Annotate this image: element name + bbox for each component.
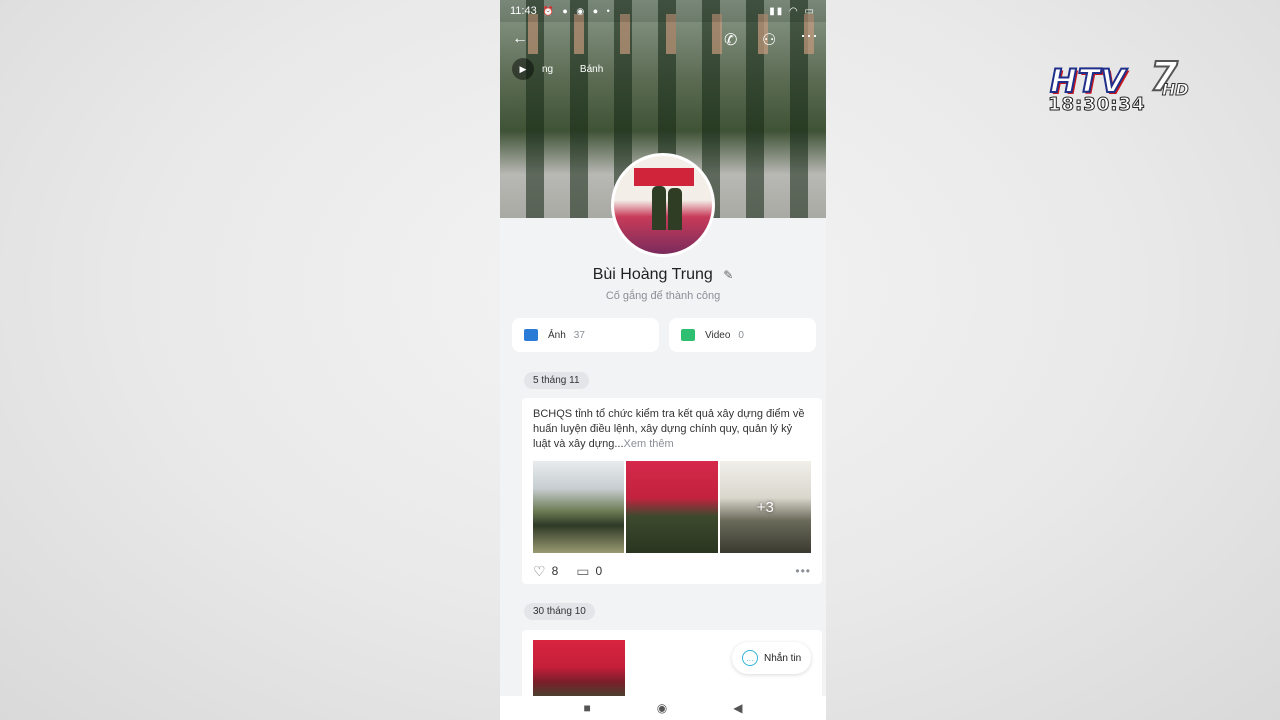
like-button[interactable]: ♡ 8 [533, 563, 558, 580]
photo-icon [524, 329, 538, 341]
post-photo[interactable] [533, 640, 625, 700]
avatar-detail [652, 186, 666, 230]
add-friend-icon[interactable]: ⚇ [762, 30, 776, 50]
media-tabs: Ảnh 37 Video 0 [512, 318, 816, 352]
status-right-icons: ▮▮ ◠ ▭ [769, 5, 816, 17]
edit-icon[interactable]: ✎ [723, 268, 733, 282]
photos-count: 37 [573, 329, 585, 341]
message-button[interactable]: … Nhắn tin [732, 642, 812, 674]
broadcast-clock: 18:30:34 [1048, 94, 1146, 116]
post-more-icon[interactable]: ••• [795, 564, 811, 578]
notification-icons: ⏰ ● ◉ ● • [542, 5, 613, 16]
timeline-post[interactable]: BCHQS tỉnh tổ chức kiểm tra kết quả xây … [522, 398, 822, 584]
channel-logo-hd: HD [1162, 80, 1190, 100]
recents-icon[interactable]: ■ [584, 701, 591, 715]
profile-bio: Cố gắng để thành công [605, 290, 721, 302]
video-icon [681, 329, 695, 341]
post-actions: ♡ 8 ▭ 0 ••• [533, 562, 811, 580]
photos-tab-label: Ảnh [548, 329, 566, 341]
status-bar: 11:43 ⏰ ● ◉ ● • ▮▮ ◠ ▭ [500, 0, 826, 22]
profile-name: Bùi Hoàng Trung [592, 266, 713, 283]
timeline-date: 5 tháng 11 [524, 372, 589, 389]
phone-screen: 11:43 ⏰ ● ◉ ● • ▮▮ ◠ ▭ ← ✆ ⚇ ⋯ ▶ ng Bánh… [500, 0, 826, 720]
music-title: Bánh [579, 63, 604, 75]
timeline-date: 30 tháng 10 [524, 603, 595, 620]
home-icon[interactable]: ◉ [657, 701, 667, 715]
system-nav-bar: ■ ◉ ◀ [500, 696, 826, 720]
call-icon[interactable]: ✆ [724, 30, 737, 50]
avatar-detail [634, 168, 694, 186]
videos-tab-label: Video [705, 329, 731, 341]
profile-music[interactable]: ▶ ng Bánh [512, 58, 627, 80]
comment-button[interactable]: ▭ 0 [576, 563, 602, 580]
music-titles: ng Bánh [542, 64, 627, 75]
comment-count: 0 [595, 564, 603, 578]
back-icon[interactable]: ← [512, 30, 528, 48]
profile-name-row: Bùi Hoàng Trung ✎ [500, 266, 826, 284]
avatar-detail [668, 188, 682, 230]
chat-bubble-icon: … [742, 650, 758, 666]
message-button-label: Nhắn tin [764, 652, 802, 664]
heart-icon: ♡ [533, 562, 546, 579]
videos-count: 0 [738, 329, 744, 341]
back-triangle-icon[interactable]: ◀ [733, 701, 742, 715]
comment-icon: ▭ [576, 562, 590, 579]
like-count: 8 [551, 564, 559, 578]
see-more-link[interactable]: Xem thêm [624, 438, 674, 450]
photos-tab[interactable]: Ảnh 37 [512, 318, 659, 352]
post-photo[interactable] [533, 461, 625, 553]
more-icon[interactable]: ⋯ [800, 26, 818, 47]
status-time: 11:43 [510, 5, 537, 17]
play-icon[interactable]: ▶ [512, 58, 534, 80]
videos-tab[interactable]: Video 0 [669, 318, 816, 352]
post-photo[interactable]: +3 [719, 461, 811, 553]
profile-header-actions: ← ✆ ⚇ ⋯ [500, 26, 826, 54]
post-text: BCHQS tỉnh tổ chức kiểm tra kết quả xây … [533, 407, 811, 452]
post-photo[interactable] [626, 461, 718, 553]
more-photos-count: +3 [756, 498, 774, 516]
avatar[interactable] [611, 153, 715, 257]
music-title: ng [542, 63, 554, 75]
post-photos: +3 [533, 461, 811, 553]
